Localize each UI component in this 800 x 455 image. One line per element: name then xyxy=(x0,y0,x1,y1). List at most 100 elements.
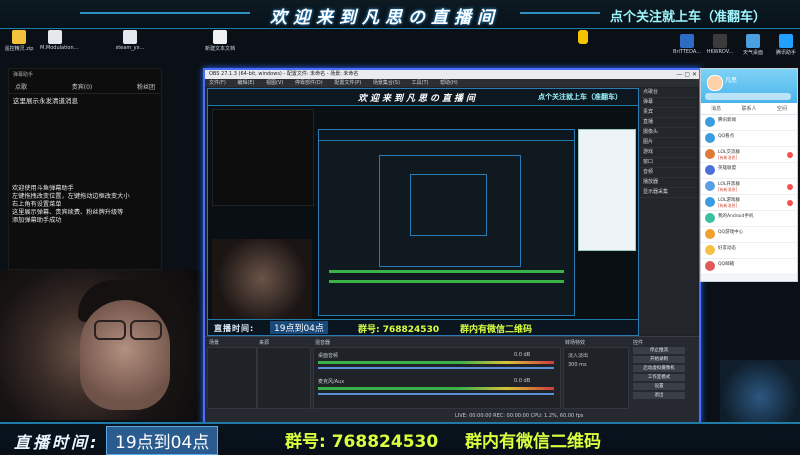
desktop-icon-file[interactable]: 遥控精灵.zip xyxy=(4,30,34,52)
menu-item[interactable]: 文件(F) xyxy=(209,80,226,86)
danmaku-chat-panel[interactable]: 弹幕助手 点歌 贵宾(0) 粉丝团 这里展示永发清道消息 xyxy=(8,68,162,270)
obs-menu-bar: 文件(F) 编辑(E) 视图(V) 停靠部件(D) 配置文件(P) 场景集合(S… xyxy=(205,79,699,87)
webcam-person-face xyxy=(80,300,170,410)
transitions-dock[interactable]: 淡入淡出 300 ms xyxy=(563,347,629,409)
contact-avatar xyxy=(705,133,715,143)
start-recording-button[interactable]: 开始录制 xyxy=(633,356,685,363)
chat-tab[interactable]: 粉丝团 xyxy=(137,82,155,91)
preview-nested-obs-deep xyxy=(410,174,487,236)
app-icon xyxy=(779,34,793,48)
banner-decoration-right xyxy=(520,12,600,14)
lock-icon[interactable] xyxy=(578,30,588,44)
chat-header: 弹幕助手 xyxy=(13,72,34,78)
menu-item[interactable]: 配置文件(P) xyxy=(334,80,361,86)
chat-tab[interactable]: 贵宾(0) xyxy=(72,82,93,91)
source-item[interactable]: 显示器采集 xyxy=(639,188,697,198)
audio-mixer[interactable]: 桌面音频 0.0 dB 麦克风/Aux 0.0 dB xyxy=(313,347,561,409)
footer-wechat-note: 群内有微信二维码 xyxy=(465,432,601,452)
sources-dock[interactable] xyxy=(257,347,311,409)
source-item[interactable]: 播放器 xyxy=(639,178,697,188)
virtual-camera-button[interactable]: 启动虚拟摄像机 xyxy=(633,365,685,372)
preview-chat-panel xyxy=(212,109,314,206)
source-item[interactable]: 贵宾 xyxy=(639,108,697,118)
source-item[interactable]: 点歌台 xyxy=(639,88,697,98)
qq-tab[interactable]: 空间 xyxy=(777,105,787,112)
obs-status-bar: LIVE: 00:00:00 REC: 00:00:00 CPU: 1.2%, … xyxy=(455,413,584,419)
chat-note: 左键拖拽改变位置，左键拖动边框改变大小 xyxy=(12,193,130,200)
source-item[interactable]: 弹幕 xyxy=(639,98,697,108)
search-input[interactable] xyxy=(705,93,791,100)
text-file-icon xyxy=(213,30,227,44)
contact-avatar xyxy=(705,181,715,191)
qq-contact-item[interactable]: QQ游戏中心 xyxy=(701,227,797,243)
chat-note: 欢迎使用斗鱼弹幕助手 xyxy=(12,185,74,192)
chat-notes: 欢迎使用斗鱼弹幕助手 左键拖拽改变位置，左键拖动边框改变大小 右上角有设置菜单 … xyxy=(12,185,162,225)
transition-type[interactable]: 淡入淡出 xyxy=(568,352,588,359)
qq-header: 凡思 xyxy=(701,69,797,103)
menu-item[interactable]: 停靠部件(D) xyxy=(295,80,323,86)
stop-streaming-button[interactable]: 停止推流 xyxy=(633,347,685,354)
qq-panel[interactable]: 凡思 消息 联系人 空间 腾讯新闻 QQ看点 LOL交流群 [有新消息] 英雄联盟… xyxy=(700,68,798,282)
qq-contact-item[interactable]: LOL开黑群 [有新消息] xyxy=(701,179,797,195)
volume-slider[interactable] xyxy=(318,393,554,395)
mixer-track-name: 麦克风/Aux xyxy=(318,379,345,385)
qq-contact-item[interactable]: QQ邮箱 xyxy=(701,259,797,275)
webcam-person-glasses xyxy=(92,320,162,340)
tray-app-icon[interactable]: 腾讯助手 xyxy=(771,34,800,56)
source-item[interactable]: 摄像头 xyxy=(639,128,697,138)
tray-icons: BriTTEDA... HKWRDV... 天气桌面 腾讯助手 xyxy=(672,34,800,56)
settings-button[interactable]: 设置 xyxy=(633,383,685,390)
source-item[interactable]: 图片 xyxy=(639,138,697,148)
scenes-list[interactable] xyxy=(207,347,257,409)
chat-note: 这里展示弹幕、贵宾续费、粉丝牌升级等 xyxy=(12,209,124,216)
tray-app-icon[interactable]: 天气桌面 xyxy=(738,34,768,56)
contact-avatar xyxy=(705,229,715,239)
mixer-dock-title: 混音器 xyxy=(315,340,331,346)
menu-item[interactable]: 视图(V) xyxy=(266,80,283,86)
desktop-icon-file[interactable]: 新建文本文档 xyxy=(205,30,235,52)
mixer-track-name: 桌面音频 xyxy=(318,353,339,359)
qq-contact-item[interactable]: 腾讯新闻 xyxy=(701,115,797,131)
window-controls[interactable]: — ▢ ✕ xyxy=(676,71,697,78)
unread-badge xyxy=(787,184,793,190)
qq-tab[interactable]: 联系人 xyxy=(741,105,756,112)
scenes-dock-title: 场景 xyxy=(209,340,220,346)
preview-footer-time: 19点到04点 xyxy=(270,321,328,334)
obs-window[interactable]: OBS 27.1.3 (64-bit, windows) - 配置文件: 未命名… xyxy=(203,68,701,424)
menu-item[interactable]: 帮助(H) xyxy=(440,80,458,86)
qq-contact-item[interactable]: LOL交流群 [有新消息] xyxy=(701,147,797,163)
qq-tab[interactable]: 消息 xyxy=(711,105,721,112)
obs-preview-canvas[interactable]: 欢迎来到凡思の直播间 点个关注就上车（准翻车） 直播时间: 19点到04点 群号… xyxy=(207,88,639,336)
qq-contact-item[interactable]: LOL游戏群 [有新消息] xyxy=(701,195,797,211)
transition-duration[interactable]: 300 ms xyxy=(568,362,587,368)
menu-item[interactable]: 编辑(E) xyxy=(237,80,254,86)
preview-banner-slogan: 点个关注就上车（准翻车） xyxy=(538,93,622,101)
avatar[interactable] xyxy=(707,75,723,91)
source-item[interactable]: 游戏 xyxy=(639,148,697,158)
contact-avatar xyxy=(705,197,715,207)
desktop-icon-file[interactable]: M.Modulation... xyxy=(40,30,78,51)
studio-mode-button[interactable]: 工作室模式 xyxy=(633,374,685,381)
chat-tab[interactable]: 点歌 xyxy=(15,82,27,91)
sources-dock-title: 来源 xyxy=(259,340,270,346)
qq-username: 凡思 xyxy=(725,77,738,84)
source-item[interactable]: 音频 xyxy=(639,168,697,178)
menu-item[interactable]: 场景集合(S) xyxy=(373,80,400,86)
contact-avatar xyxy=(705,213,715,223)
qq-contact-item[interactable]: 好友动态 xyxy=(701,243,797,259)
contact-avatar xyxy=(705,165,715,175)
controls-dock: 停止推流 开始录制 启动虚拟摄像机 工作室模式 设置 退出 xyxy=(633,347,685,401)
qq-contact-item[interactable]: 我的Android手机 xyxy=(701,211,797,227)
menu-item[interactable]: 工具(T) xyxy=(412,80,429,86)
stream-top-banner: 欢迎来到凡思の直播间 点个关注就上车（准翻车） xyxy=(0,0,800,29)
exit-button[interactable]: 退出 xyxy=(633,392,685,399)
tray-app-icon[interactable]: HKWRDV... xyxy=(705,34,735,56)
volume-slider[interactable] xyxy=(318,367,554,369)
source-item[interactable]: 直播 xyxy=(639,118,697,128)
desktop-icon-file[interactable]: steam_yx... xyxy=(115,30,145,51)
qq-contact-item[interactable]: 英雄联盟 xyxy=(701,163,797,179)
obs-sources-list[interactable]: 点歌台 弹幕 贵宾 直播 摄像头 图片 游戏 窗口 音频 播放器 显示器采集 xyxy=(639,88,697,334)
source-item[interactable]: 窗口 xyxy=(639,158,697,168)
tray-app-icon[interactable]: BriTTEDA... xyxy=(672,34,702,56)
qq-contact-item[interactable]: QQ看点 xyxy=(701,131,797,147)
